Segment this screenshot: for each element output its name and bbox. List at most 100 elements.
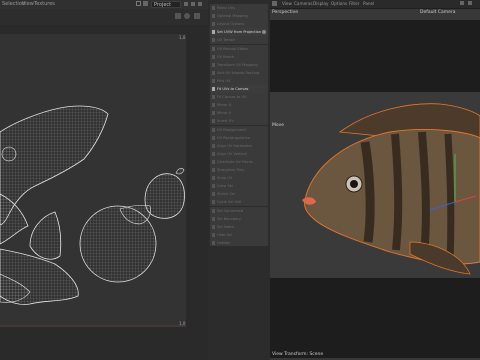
command-icon bbox=[212, 168, 215, 172]
viewport-layout-icon[interactable] bbox=[272, 1, 277, 6]
vp-menu-cameras[interactable]: Cameras bbox=[294, 1, 313, 7]
view-transform-label: View Transform: Scene bbox=[272, 352, 324, 357]
command-item[interactable]: Sel Seam bbox=[210, 222, 268, 231]
command-label: Transform UV Mapping bbox=[217, 62, 258, 67]
uv-corner-bottom: 1,0 bbox=[179, 321, 186, 326]
command-icon bbox=[212, 240, 215, 245]
command-item[interactable]: Fit UVs to Canvas bbox=[210, 85, 268, 93]
command-item[interactable]: Transform UV Mapping bbox=[210, 60, 268, 69]
fish-model[interactable] bbox=[270, 92, 480, 278]
vp-menu-options[interactable]: Options bbox=[331, 1, 347, 7]
command-item[interactable]: UV Terrain bbox=[210, 36, 268, 45]
command-label: UV Match bbox=[217, 54, 235, 59]
command-item[interactable]: Relax UVs bbox=[210, 4, 268, 12]
command-item[interactable]: Hide Sel bbox=[210, 230, 268, 239]
command-item[interactable]: Sel Boundary bbox=[210, 214, 268, 223]
vp-menu-display[interactable]: Display bbox=[313, 1, 328, 7]
command-icon bbox=[212, 70, 215, 75]
uv-island-blob bbox=[144, 173, 185, 219]
command-item[interactable]: Mirror V bbox=[210, 109, 268, 118]
uv-toolbar bbox=[0, 9, 208, 25]
grid-icon[interactable] bbox=[143, 1, 148, 6]
command-label: Hide Sel bbox=[217, 232, 232, 237]
command-item[interactable]: Straighten Poly bbox=[210, 166, 268, 174]
command-icon bbox=[212, 208, 215, 213]
command-label: Set UVW from Projection bbox=[217, 30, 262, 35]
command-item[interactable]: UV Manual Editor bbox=[210, 44, 268, 53]
pin-icon[interactable] bbox=[191, 2, 195, 6]
command-item[interactable]: Set UVW from Projection bbox=[210, 28, 268, 37]
vp-menu-panel[interactable]: Panel bbox=[363, 1, 374, 7]
vp-menu-view[interactable]: View bbox=[282, 1, 292, 7]
command-item[interactable]: Sel Connected bbox=[210, 206, 268, 215]
command-icon bbox=[212, 184, 215, 189]
camera-label[interactable]: Default Camera bbox=[420, 10, 456, 15]
command-label: Sel Boundary bbox=[217, 216, 241, 221]
command-icon bbox=[212, 6, 215, 10]
command-icon bbox=[212, 103, 215, 108]
command-label: Fit Canvas to UV bbox=[217, 95, 247, 100]
command-label: Sel Connected bbox=[217, 208, 243, 213]
command-item[interactable]: Snap UV bbox=[210, 174, 268, 183]
command-icon bbox=[212, 22, 215, 27]
viewport-max-icon[interactable] bbox=[468, 1, 472, 5]
command-icon bbox=[212, 14, 215, 19]
command-label: Mirror V bbox=[217, 111, 232, 116]
close-icon[interactable] bbox=[198, 2, 202, 6]
command-item[interactable]: Pins UV bbox=[210, 76, 268, 85]
command-item[interactable]: Grow Sel bbox=[210, 182, 268, 191]
command-icon bbox=[212, 224, 215, 229]
command-panel-empty bbox=[208, 246, 270, 360]
command-icon bbox=[212, 62, 215, 67]
command-item[interactable]: Align UV Vertical bbox=[210, 149, 268, 158]
uv-islands[interactable] bbox=[0, 34, 186, 327]
fish-pupil bbox=[350, 180, 358, 188]
command-icon bbox=[212, 46, 215, 51]
command-item[interactable]: Invert UV bbox=[210, 117, 268, 126]
command-icon bbox=[212, 30, 215, 35]
command-label: UV Rectangularize bbox=[217, 135, 250, 140]
uv-island-fin bbox=[29, 211, 62, 260]
command-label: Sel Seam bbox=[217, 224, 234, 229]
lock-icon[interactable] bbox=[136, 1, 141, 6]
viewport-nav-icon[interactable] bbox=[460, 1, 464, 5]
command-icon bbox=[212, 119, 215, 124]
settings-icon[interactable] bbox=[184, 2, 188, 6]
viewport-letterbox-bottom bbox=[270, 278, 480, 358]
command-label: Sort UV Islands Packing bbox=[217, 70, 260, 75]
command-icon bbox=[212, 216, 215, 221]
command-label: Distribute UV Points bbox=[217, 159, 253, 164]
command-label: Relax UVs bbox=[217, 6, 235, 10]
pan-icon[interactable] bbox=[175, 13, 181, 19]
vp-menu-filter[interactable]: Filter bbox=[349, 1, 359, 7]
command-label: Shrink Sel bbox=[217, 192, 236, 197]
uv-island-eye bbox=[1, 146, 17, 162]
command-icon bbox=[212, 151, 215, 156]
perspective-label: Perspective bbox=[272, 10, 299, 15]
command-label: Align UV Vertical bbox=[217, 151, 247, 156]
command-item[interactable]: Sort UV Islands Packing bbox=[210, 68, 268, 77]
command-item[interactable]: Shrink Sel bbox=[210, 190, 268, 199]
command-item[interactable]: Optimal Mapping bbox=[210, 12, 268, 21]
menu-view[interactable]: View bbox=[22, 1, 34, 8]
project-select[interactable]: Project bbox=[151, 1, 181, 8]
command-icon bbox=[212, 176, 215, 181]
menu-textures[interactable]: Textures bbox=[34, 1, 55, 8]
command-icon bbox=[212, 143, 215, 148]
command-item[interactable]: UV Rectangularize bbox=[210, 133, 268, 142]
command-item[interactable]: UV Realignment bbox=[210, 125, 268, 134]
command-item[interactable]: Fit Canvas to UV bbox=[210, 93, 268, 102]
command-item[interactable]: Align UV Horizontal bbox=[210, 141, 268, 150]
command-item[interactable]: Mirror U bbox=[210, 101, 268, 110]
viewport-menubar: View Cameras Display Options Filter Pane… bbox=[270, 0, 480, 9]
command-label: Snap UV bbox=[217, 176, 233, 181]
command-item[interactable]: Cycle Sel Cell bbox=[210, 198, 268, 207]
gear-icon[interactable] bbox=[262, 30, 266, 35]
zoom-icon[interactable] bbox=[184, 13, 190, 19]
command-label: Mirror U bbox=[217, 103, 232, 108]
frame-icon[interactable] bbox=[194, 13, 200, 19]
command-item[interactable]: Distribute UV Points bbox=[210, 157, 268, 166]
command-item[interactable]: UV Match bbox=[210, 52, 268, 61]
command-label: Invert UV bbox=[217, 119, 234, 124]
command-item[interactable]: Layout Options bbox=[210, 20, 268, 29]
